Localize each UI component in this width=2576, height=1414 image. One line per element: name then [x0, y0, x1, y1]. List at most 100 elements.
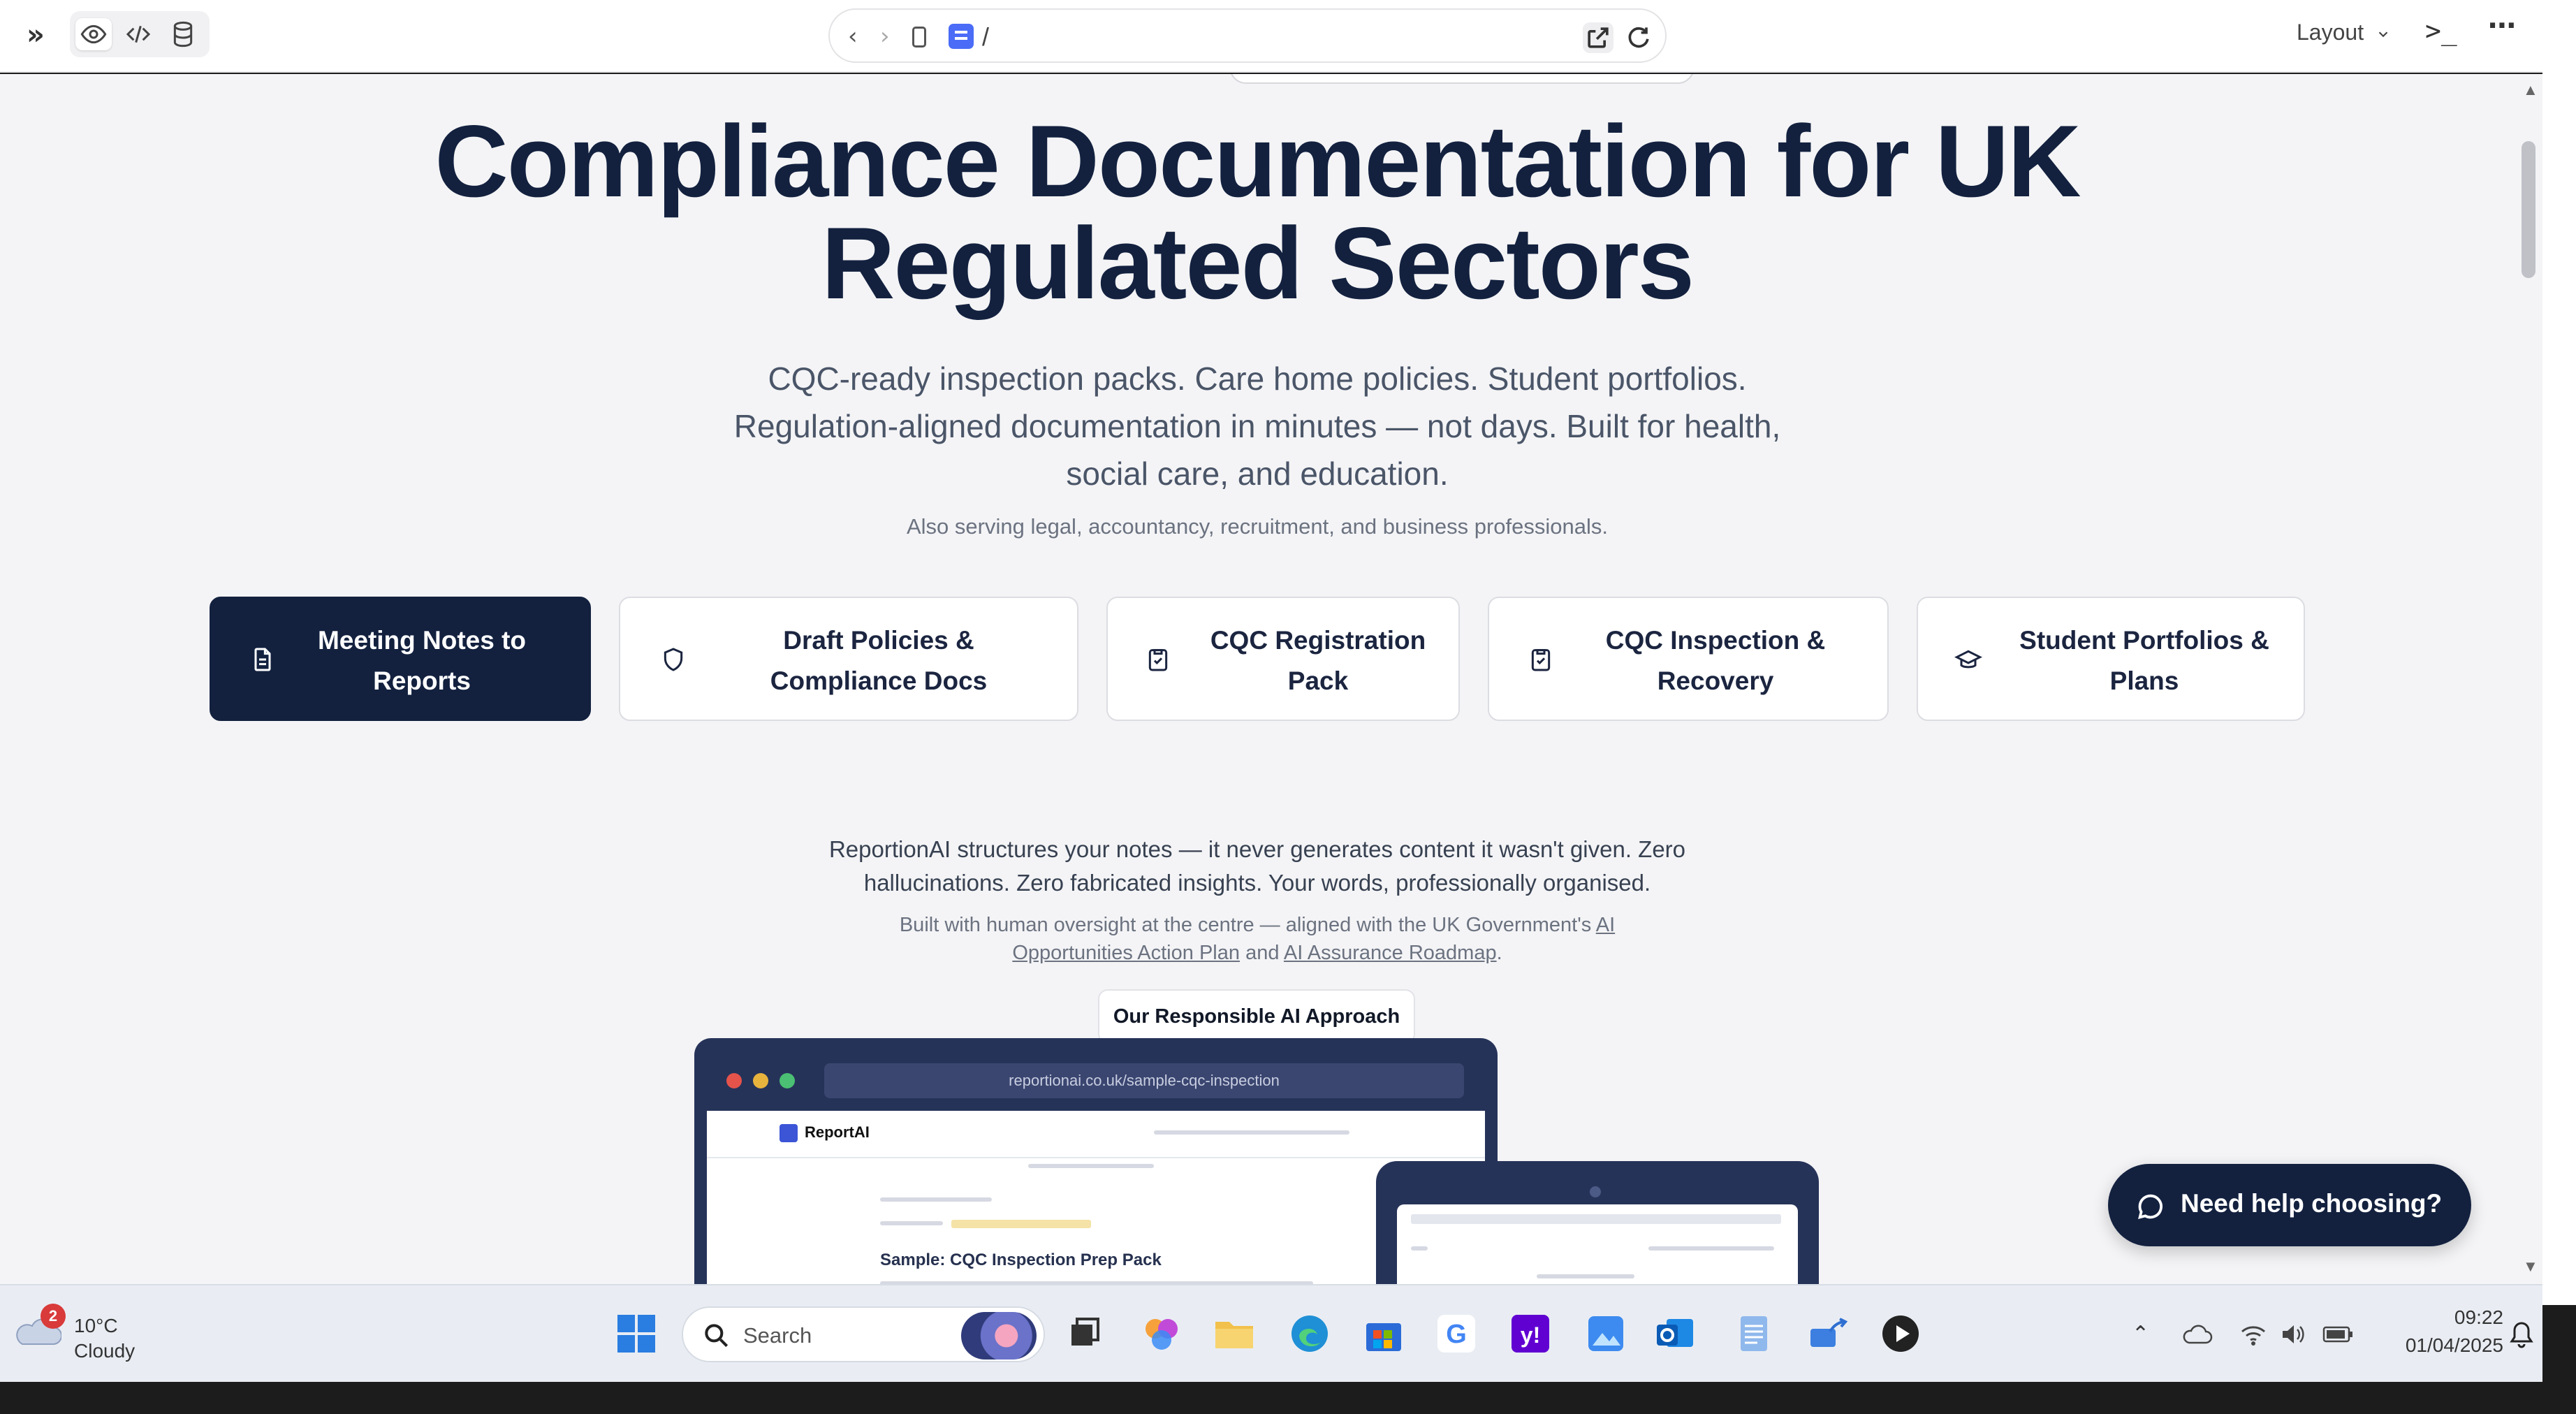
more-menu-button[interactable]: ⋯	[2488, 10, 2516, 42]
url-bar[interactable]: ‹ › /	[828, 8, 1667, 63]
hero-title-line2: Regulated Sectors	[821, 206, 1695, 320]
system-clock[interactable]: 09:22 01/04/2025	[2364, 1304, 2503, 1360]
svg-text:y!: y!	[1521, 1322, 1540, 1348]
tray-chevron-icon[interactable]: ⌃	[2132, 1322, 2149, 1346]
scrollbar-thumb[interactable]	[2522, 141, 2535, 278]
tab-label: CQC Registration Pack	[1210, 626, 1426, 695]
hero-subtitle-line1: CQC-ready inspection packs. Care home po…	[768, 360, 1747, 397]
also-serving-text: Also serving legal, accountancy, recruit…	[906, 514, 1608, 539]
tab-label: Draft Policies & Compliance Docs	[770, 626, 988, 695]
ai-opportunities-link[interactable]: AI	[1596, 914, 1615, 936]
forward-icon[interactable]: ›	[880, 22, 890, 50]
copilot-icon[interactable]	[1139, 1311, 1185, 1357]
tab-label: Student Portfolios & Plans	[2019, 626, 2269, 695]
tab-draft-policies[interactable]: Draft Policies & Compliance Docs	[619, 597, 1078, 721]
device-icon[interactable]	[912, 27, 926, 48]
search-icon	[705, 1324, 729, 1348]
os-taskbar: 2 10°C Cloudy Search G y! ⌃ 09:22 01/04/…	[0, 1284, 2542, 1382]
clock-date: 01/04/2025	[2405, 1334, 2503, 1356]
layout-label: Layout	[2297, 20, 2364, 45]
url-path[interactable]: /	[982, 22, 989, 52]
hero-subtitle: CQC-ready inspection packs. Care home po…	[643, 355, 1872, 497]
hero-subtitle-line3: social care, and education.	[1066, 455, 1449, 492]
weather-alert-badge: 2	[41, 1304, 66, 1329]
scroll-down-icon[interactable]: ▼	[2523, 1258, 2538, 1276]
window-close-dot	[726, 1073, 742, 1088]
layout-dropdown[interactable]: Layout	[2297, 20, 2391, 45]
shield-icon	[664, 648, 683, 671]
page-scrollbar[interactable]: ▲ ▼	[2515, 74, 2542, 1284]
battery-icon[interactable]	[2322, 1322, 2355, 1347]
windows-start-icon[interactable]	[613, 1311, 659, 1357]
view-mode-group	[70, 11, 210, 57]
cloud-sync-icon[interactable]	[2182, 1322, 2213, 1347]
announcement-pill[interactable]	[1229, 74, 1695, 84]
weather-temperature: 10°C	[74, 1315, 118, 1336]
back-icon[interactable]: ‹	[848, 22, 858, 50]
tablet-camera	[1590, 1186, 1601, 1197]
notification-bell-icon[interactable]	[2509, 1320, 2534, 1348]
hero-title: Compliance Documentation for UK Regulate…	[349, 110, 2165, 314]
tab-cqc-inspection[interactable]: CQC Inspection & Recovery	[1488, 597, 1889, 721]
search-highlight-image	[961, 1312, 1037, 1360]
window-min-dot	[753, 1073, 768, 1088]
and-text: and	[1245, 942, 1280, 964]
mockup-address-bar: reportionai.co.uk/sample-cqc-inspection	[824, 1063, 1464, 1098]
tab-student-portfolios[interactable]: Student Portfolios & Plans	[1917, 597, 2305, 721]
oversight-statement: Built with human oversight at the centre…	[838, 911, 1676, 967]
screen-bottom-edge	[0, 1382, 2576, 1414]
reload-button[interactable]	[1623, 22, 1654, 53]
tab-cqc-registration[interactable]: CQC Registration Pack	[1106, 597, 1460, 721]
tablet-text-line	[1411, 1246, 1428, 1251]
accuracy-statement: ReportionAI structures your notes — it n…	[768, 833, 1746, 900]
file-explorer-icon[interactable]	[1211, 1311, 1257, 1357]
microsoft-store-icon[interactable]	[1361, 1311, 1407, 1357]
notepad-icon[interactable]	[1731, 1311, 1777, 1357]
svg-text:G: G	[1446, 1320, 1467, 1349]
outlook-icon[interactable]	[1653, 1311, 1699, 1357]
clipboard-check-icon	[1148, 649, 1168, 671]
photos-icon[interactable]	[1583, 1311, 1629, 1357]
media-player-icon[interactable]	[1878, 1311, 1924, 1357]
mockup-logo: ReportAI	[780, 1123, 870, 1142]
mockup-heading: Sample: CQC Inspection Prep Pack	[880, 1251, 1162, 1269]
code-view-button[interactable]	[120, 18, 156, 50]
hero-subtitle-line2: Regulation-aligned documentation in minu…	[733, 408, 1781, 444]
open-external-button[interactable]	[1583, 22, 1613, 53]
mockup-screen: ReportAI Sample: CQC Inspection Prep Pac…	[707, 1111, 1485, 1284]
volume-icon[interactable]	[2278, 1322, 2306, 1347]
scroll-up-icon[interactable]: ▲	[2523, 81, 2538, 99]
favicon-icon	[949, 24, 974, 49]
tab-meeting-notes[interactable]: Meeting Notes to Reports	[210, 597, 591, 721]
ai-assurance-link[interactable]: AI Assurance Roadmap	[1284, 942, 1497, 964]
ai-opportunities-link-cont[interactable]: Opportunities Action Plan	[1012, 942, 1240, 964]
tablet-screen: Sample: CQC Inspection Prep Pack	[1397, 1204, 1798, 1284]
help-button-label: Need help choosing?	[2181, 1189, 2443, 1218]
wifi-icon[interactable]	[2239, 1322, 2267, 1347]
reload-icon	[1628, 27, 1649, 48]
mockup-nav-line	[1154, 1130, 1349, 1135]
oversight-text: Built with human oversight at the centre…	[899, 914, 1592, 936]
expand-sidebar-button[interactable]: »	[27, 20, 54, 50]
database-button[interactable]	[165, 18, 201, 50]
dev-toolbar: » ‹ › / Layout >_ ⋯	[0, 0, 2542, 73]
taskbar-search[interactable]: Search	[682, 1306, 1045, 1362]
task-view-icon[interactable]	[1062, 1311, 1108, 1357]
yahoo-icon[interactable]: y!	[1507, 1311, 1553, 1357]
clock-time: 09:22	[2454, 1306, 2503, 1328]
responsible-ai-button[interactable]: Our Responsible AI Approach	[1098, 989, 1415, 1044]
network-share-icon[interactable]	[1805, 1311, 1851, 1357]
database-icon	[173, 21, 193, 48]
google-icon[interactable]: G	[1433, 1311, 1479, 1357]
tablet-tabs-line	[1411, 1214, 1781, 1224]
accuracy-line1: ReportionAI structures your notes — it n…	[828, 836, 1686, 862]
accuracy-line2: hallucinations. Zero fabricated insights…	[863, 870, 1651, 896]
preview-button[interactable]	[75, 18, 112, 50]
clipboard-check-icon	[1531, 649, 1551, 671]
terminal-button[interactable]: >_	[2425, 15, 2457, 46]
help-choosing-button[interactable]: Need help choosing?	[2108, 1164, 2471, 1246]
weather-widget[interactable]: 2 10°C Cloudy	[10, 1299, 177, 1369]
eye-icon	[80, 24, 107, 44]
tablet-mockup: Sample: CQC Inspection Prep Pack	[1376, 1161, 1819, 1284]
edge-browser-icon[interactable]	[1287, 1311, 1333, 1357]
